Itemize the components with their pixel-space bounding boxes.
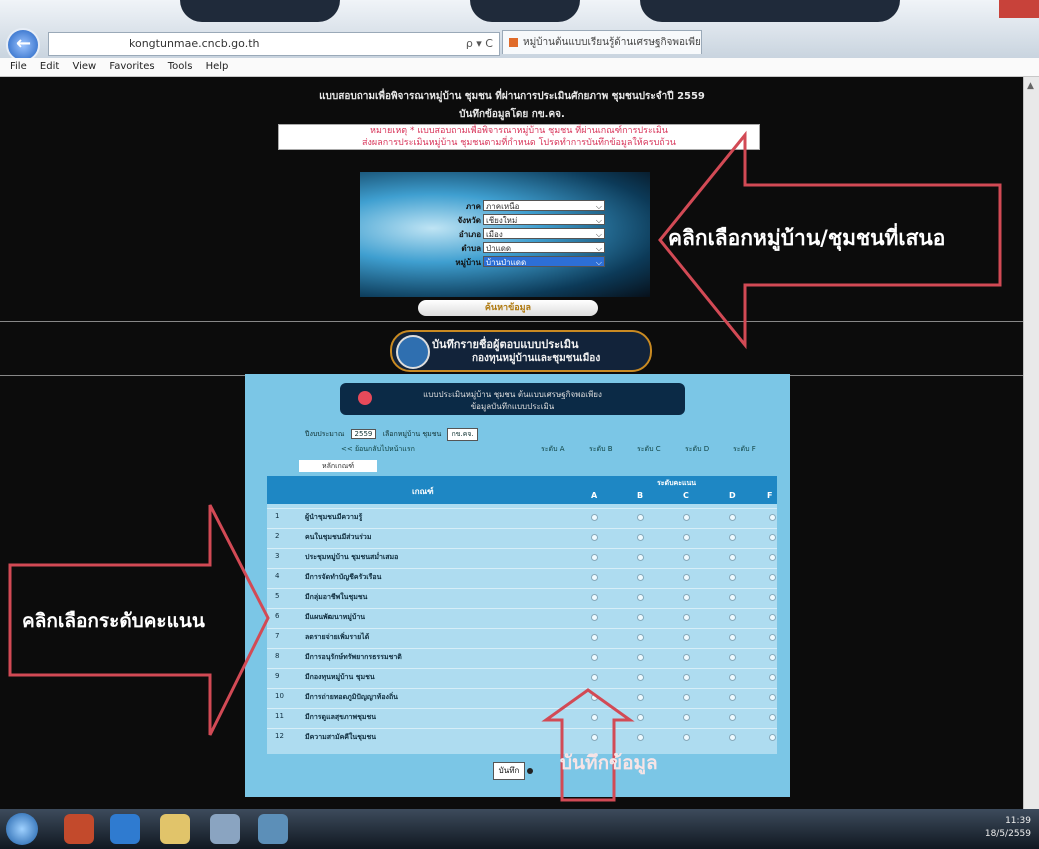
file-explorer-icon[interactable] [160, 814, 190, 844]
screen: ← kongtunmae.cncb.go.th ρ ▾ C หมู่บ้านต้… [0, 0, 1039, 849]
arrow-up-save [541, 688, 635, 802]
annotation-select-score: คลิกเลือกระดับคะแนน [22, 610, 205, 632]
start-button[interactable] [6, 813, 38, 845]
annotation-select-village: คลิกเลือกหมู่บ้าน/ชุมชนที่เสนอ [668, 226, 946, 250]
media-player-icon[interactable] [64, 814, 94, 844]
clock-date: 18/5/2559 [984, 829, 1031, 839]
internet-explorer-icon[interactable] [110, 814, 140, 844]
app-icon[interactable] [258, 814, 288, 844]
system-tray: 11:39 18/5/2559 [985, 815, 1031, 841]
clock-time: 11:39 [1005, 816, 1031, 826]
taskbar: 11:39 18/5/2559 [0, 809, 1039, 849]
document-icon[interactable] [210, 814, 240, 844]
annotation-overlay [8, 130, 1002, 802]
annotation-save-data: บันทึกข้อมูล [560, 752, 658, 774]
